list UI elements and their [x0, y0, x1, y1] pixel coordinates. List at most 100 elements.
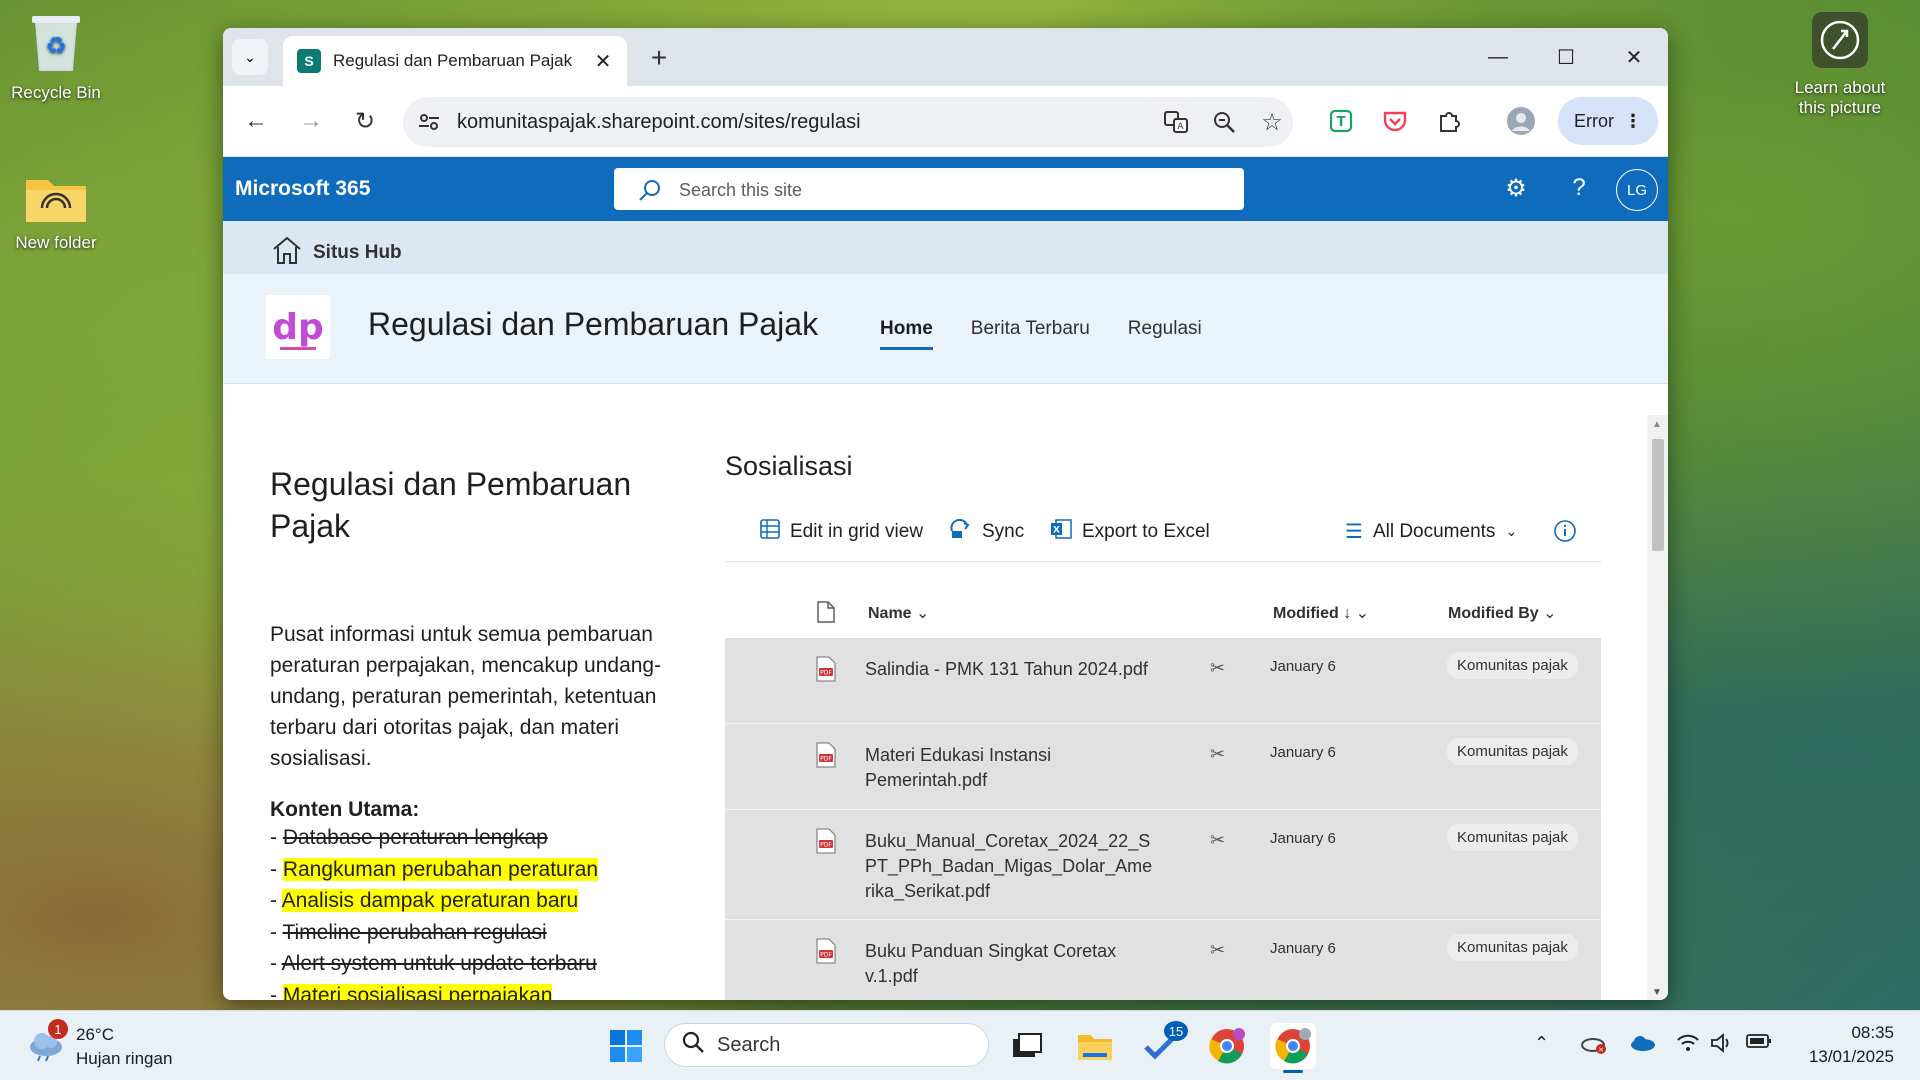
modified-by-pill[interactable]: Komunitas pajak: [1447, 934, 1578, 961]
site-header: dp Regulasi dan Pembaruan Pajak Home Ber…: [223, 274, 1668, 384]
site-title[interactable]: Regulasi dan Pembaruan Pajak: [368, 306, 818, 343]
grid-icon: [760, 519, 780, 545]
modified-by-pill[interactable]: Komunitas pajak: [1447, 824, 1578, 851]
modified-by-pill[interactable]: Komunitas pajak: [1447, 738, 1578, 765]
svg-text:PDF: PDF: [820, 842, 832, 849]
learn-about-picture[interactable]: Learn about this picture: [1780, 12, 1900, 118]
folder-icon: [8, 172, 104, 229]
site-logo-text: dp: [272, 307, 324, 348]
bookmark-star-icon[interactable]: ☆: [1259, 109, 1285, 136]
forward-icon[interactable]: →: [293, 103, 329, 139]
table-row[interactable]: PDF Buku_Manual_Coretax_2024_22_SPT_PPh_…: [725, 810, 1601, 920]
unpin-icon[interactable]: ✂: [1210, 830, 1225, 851]
chrome-profile-dp-icon[interactable]: [1204, 1023, 1250, 1069]
intro-paragraph: Pusat informasi untuk semua pembaruan pe…: [270, 623, 662, 770]
todo-app-icon[interactable]: 15: [1138, 1021, 1188, 1069]
pdf-file-icon: PDF: [815, 828, 837, 859]
command-bar: Edit in grid view Sync X Export to Excel…: [725, 501, 1601, 562]
reload-icon[interactable]: ↻: [347, 103, 383, 139]
unpin-icon[interactable]: ✂: [1210, 744, 1225, 765]
user-avatar[interactable]: LG: [1616, 169, 1658, 211]
file-name[interactable]: Salindia - PMK 131 Tahun 2024.pdf: [865, 657, 1165, 682]
volume-icon[interactable]: [1710, 1033, 1734, 1058]
chevron-down-icon: ⌄: [916, 605, 930, 622]
wifi-icon[interactable]: [1676, 1033, 1700, 1058]
taskbar-search[interactable]: Search: [664, 1023, 989, 1067]
new-tab-icon[interactable]: +: [643, 42, 675, 74]
settings-gear-icon[interactable]: ⚙: [1500, 174, 1532, 203]
extensions-puzzle-icon[interactable]: [1433, 105, 1465, 137]
desktop-icon-recycle-bin[interactable]: ♻ Recycle Bin: [8, 8, 104, 103]
search-icon: [681, 1030, 705, 1060]
file-name[interactable]: Materi Edukasi Instansi Pemerintah.pdf: [865, 743, 1165, 793]
pocket-icon[interactable]: [1379, 105, 1411, 137]
site-search-box[interactable]: Search this site: [614, 168, 1244, 210]
list-item-text: Analisis dampak peraturan baru: [281, 889, 579, 912]
column-name-header[interactable]: Name ⌄: [868, 603, 929, 623]
nav-berita-terbaru[interactable]: Berita Terbaru: [971, 318, 1090, 350]
edit-grid-button[interactable]: Edit in grid view: [760, 519, 923, 545]
excel-icon: X: [1050, 519, 1072, 545]
info-icon[interactable]: [1553, 519, 1577, 543]
scrollbar-thumb[interactable]: [1652, 439, 1664, 551]
sync-button[interactable]: Sync: [948, 518, 1024, 545]
chrome-active-icon[interactable]: [1270, 1023, 1316, 1073]
m365-brand[interactable]: Microsoft 365: [235, 177, 370, 201]
modified-date: January 6: [1270, 658, 1336, 675]
profile-error-button[interactable]: Error ⋮: [1558, 97, 1658, 145]
scroll-up-arrow-icon[interactable]: ▲: [1652, 419, 1662, 430]
close-tab-icon[interactable]: ✕: [589, 47, 617, 75]
weather-widget[interactable]: 1 26°C Hujan ringan: [26, 1019, 172, 1071]
unpin-icon[interactable]: ✂: [1210, 940, 1225, 961]
column-modified-by-header[interactable]: Modified By ⌄: [1448, 603, 1557, 623]
windows-start-icon[interactable]: [603, 1023, 649, 1069]
window-controls: — ☐ ✕: [1464, 28, 1668, 86]
extension-green-icon[interactable]: T: [1325, 105, 1357, 137]
unpin-icon[interactable]: ✂: [1210, 658, 1225, 679]
show-hidden-icons-chevron-icon[interactable]: ⌃: [1534, 1033, 1549, 1054]
onedrive-cloud-icon[interactable]: [1628, 1033, 1656, 1058]
onedrive-error-icon[interactable]: ✕: [1580, 1033, 1608, 1060]
table-row[interactable]: PDF Materi Edukasi Instansi Pemerintah.p…: [725, 724, 1601, 810]
view-switcher[interactable]: ☰ All Documents ⌄: [1345, 519, 1517, 544]
minimize-icon[interactable]: —: [1464, 28, 1532, 86]
nav-home[interactable]: Home: [880, 318, 933, 350]
column-modified-header[interactable]: Modified ↓ ⌄: [1273, 603, 1369, 623]
task-view-icon[interactable]: [1004, 1023, 1050, 1069]
file-type-header-icon[interactable]: [817, 601, 835, 628]
address-bar[interactable]: komunitaspajak.sharepoint.com/sites/regu…: [403, 97, 1293, 147]
help-icon[interactable]: ?: [1563, 174, 1595, 202]
table-row[interactable]: PDF Salindia - PMK 131 Tahun 2024.pdf ✂ …: [725, 638, 1601, 724]
tab-title: Regulasi dan Pembaruan Pajak: [333, 51, 573, 70]
list-item-text: Materi sosialisasi perpajakan: [282, 983, 553, 1000]
library-title[interactable]: Sosialisasi: [725, 451, 1601, 482]
file-explorer-icon[interactable]: [1072, 1023, 1118, 1069]
export-excel-button[interactable]: X Export to Excel: [1050, 519, 1210, 545]
sort-down-arrow-icon: ↓: [1343, 605, 1352, 622]
nav-regulasi[interactable]: Regulasi: [1128, 318, 1202, 350]
site-info-icon[interactable]: [417, 110, 441, 139]
clock-date: 13/01/2025: [1808, 1047, 1894, 1066]
browser-tab-active[interactable]: S Regulasi dan Pembaruan Pajak ✕: [283, 36, 627, 86]
list-item-text: Database peraturan lengkap: [282, 826, 548, 849]
file-name[interactable]: Buku Panduan Singkat Coretax v.1.pdf: [865, 939, 1165, 989]
zoom-icon[interactable]: [1211, 109, 1237, 135]
site-logo[interactable]: dp: [266, 295, 330, 359]
back-icon[interactable]: ←: [238, 103, 274, 139]
tab-search-dropdown[interactable]: ⌄: [232, 39, 268, 75]
view-label: All Documents: [1372, 520, 1496, 542]
modified-by-pill[interactable]: Komunitas pajak: [1447, 652, 1578, 679]
battery-icon[interactable]: [1746, 1033, 1772, 1054]
translate-icon[interactable]: A: [1163, 109, 1189, 135]
desktop-icon-new-folder[interactable]: New folder: [8, 172, 104, 253]
page-scrollbar[interactable]: ▲ ▼: [1647, 415, 1668, 1000]
maximize-icon[interactable]: ☐: [1532, 28, 1600, 86]
hub-home-link[interactable]: Situs Hub: [271, 235, 402, 271]
close-window-icon[interactable]: ✕: [1600, 28, 1668, 86]
system-clock[interactable]: 08:35 13/01/2025: [1809, 1021, 1894, 1069]
table-row[interactable]: PDF Buku Panduan Singkat Coretax v.1.pdf…: [725, 920, 1601, 1000]
file-name[interactable]: Buku_Manual_Coretax_2024_22_SPT_PPh_Bada…: [865, 829, 1157, 904]
profile-avatar-icon[interactable]: [1505, 105, 1537, 137]
scroll-down-arrow-icon[interactable]: ▼: [1652, 987, 1662, 998]
home-icon: [271, 235, 303, 271]
